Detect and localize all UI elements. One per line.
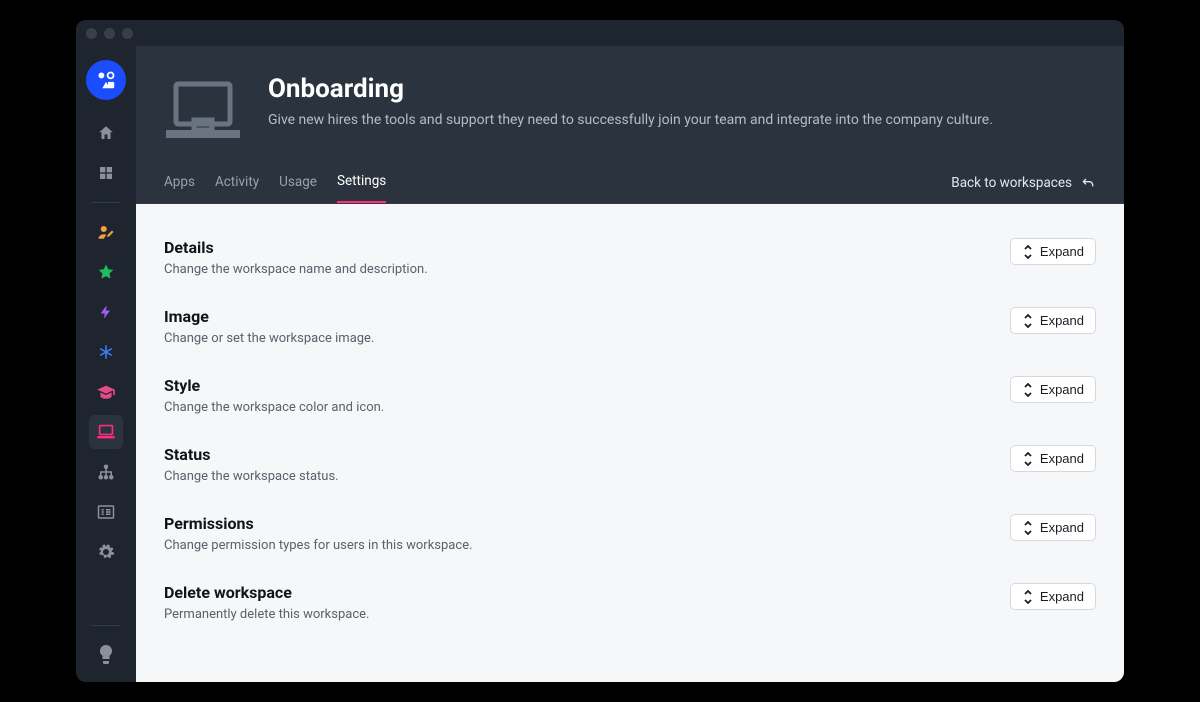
section-title: Style [164,376,384,395]
bolt-icon [98,303,114,321]
home-icon [97,124,115,142]
section-title: Permissions [164,514,473,533]
logo-icon [95,69,117,91]
sidebar-item-learning[interactable] [89,375,123,409]
settings-content: Details Change the workspace name and de… [136,204,1124,682]
expand-button-permissions[interactable]: Expand [1010,514,1096,541]
gear-icon [97,543,115,561]
expand-button-delete[interactable]: Expand [1010,583,1096,610]
expand-icon [1022,245,1034,259]
star-icon [97,263,115,281]
traffic-light-min[interactable] [104,28,115,39]
sidebar-item-favorites[interactable] [89,255,123,289]
section-desc: Change the workspace color and icon. [164,400,384,415]
expand-icon [1022,590,1034,604]
section-status: Status Change the workspace status. Expa… [164,433,1096,502]
sidebar-item-org[interactable] [89,455,123,489]
user-edit-icon [97,223,115,241]
sidebar-item-people[interactable] [89,215,123,249]
expand-button-image[interactable]: Expand [1010,307,1096,334]
expand-icon [1022,383,1034,397]
section-title: Status [164,445,339,464]
section-desc: Change permission types for users in thi… [164,538,473,553]
section-details: Details Change the workspace name and de… [164,226,1096,295]
section-image: Image Change or set the workspace image.… [164,295,1096,364]
expand-icon [1022,521,1034,535]
expand-label: Expand [1040,520,1084,535]
graduation-cap-icon [96,384,116,400]
sidebar-item-reports[interactable] [89,495,123,529]
lightbulb-icon [99,645,113,665]
main-panel: Onboarding Give new hires the tools and … [136,46,1124,682]
expand-button-style[interactable]: Expand [1010,376,1096,403]
sidebar [76,46,136,682]
expand-label: Expand [1040,244,1084,259]
sidebar-item-help[interactable] [89,638,123,672]
expand-icon [1022,314,1034,328]
expand-label: Expand [1040,382,1084,397]
section-delete: Delete workspace Permanently delete this… [164,571,1096,640]
traffic-light-close[interactable] [86,28,97,39]
section-desc: Permanently delete this workspace. [164,607,369,622]
section-title: Image [164,307,374,326]
app-logo[interactable] [86,60,126,100]
traffic-light-max[interactable] [122,28,133,39]
sidebar-item-settings[interactable] [89,535,123,569]
grid-icon [98,165,114,181]
page-title: Onboarding [268,74,993,104]
tabbar: Apps Activity Usage Settings Back to wor… [136,162,1124,204]
section-desc: Change or set the workspace image. [164,331,374,346]
section-title: Details [164,238,428,257]
section-permissions: Permissions Change permission types for … [164,502,1096,571]
expand-label: Expand [1040,313,1084,328]
tab-settings[interactable]: Settings [337,163,386,203]
expand-button-status[interactable]: Expand [1010,445,1096,472]
sidebar-divider [91,202,121,203]
expand-icon [1022,452,1034,466]
tab-activity[interactable]: Activity [215,164,259,202]
undo-icon [1080,175,1096,191]
section-title: Delete workspace [164,583,369,602]
page-subtitle: Give new hires the tools and support the… [268,110,993,130]
section-desc: Change the workspace name and descriptio… [164,262,428,277]
workspace-icon [164,78,242,142]
expand-label: Expand [1040,589,1084,604]
app-window: Onboarding Give new hires the tools and … [76,20,1124,682]
section-style: Style Change the workspace color and ico… [164,364,1096,433]
back-to-workspaces-label: Back to workspaces [951,175,1072,191]
expand-label: Expand [1040,451,1084,466]
list-icon [97,504,115,520]
sidebar-item-home[interactable] [89,116,123,150]
window-titlebar [76,20,1124,46]
sitemap-icon [97,463,115,481]
back-to-workspaces-link[interactable]: Back to workspaces [951,175,1096,191]
sidebar-item-automations[interactable] [89,295,123,329]
tab-apps[interactable]: Apps [164,164,195,202]
sidebar-item-dashboard[interactable] [89,156,123,190]
sidebar-item-onboarding[interactable] [89,415,123,449]
asterisk-icon [97,343,115,361]
tab-usage[interactable]: Usage [279,164,317,202]
sidebar-divider-bottom [91,625,121,626]
expand-button-details[interactable]: Expand [1010,238,1096,265]
hero: Onboarding Give new hires the tools and … [136,46,1124,142]
section-desc: Change the workspace status. [164,469,339,484]
laptop-large-icon [164,80,242,142]
sidebar-item-integrations[interactable] [89,335,123,369]
laptop-icon [96,424,116,440]
